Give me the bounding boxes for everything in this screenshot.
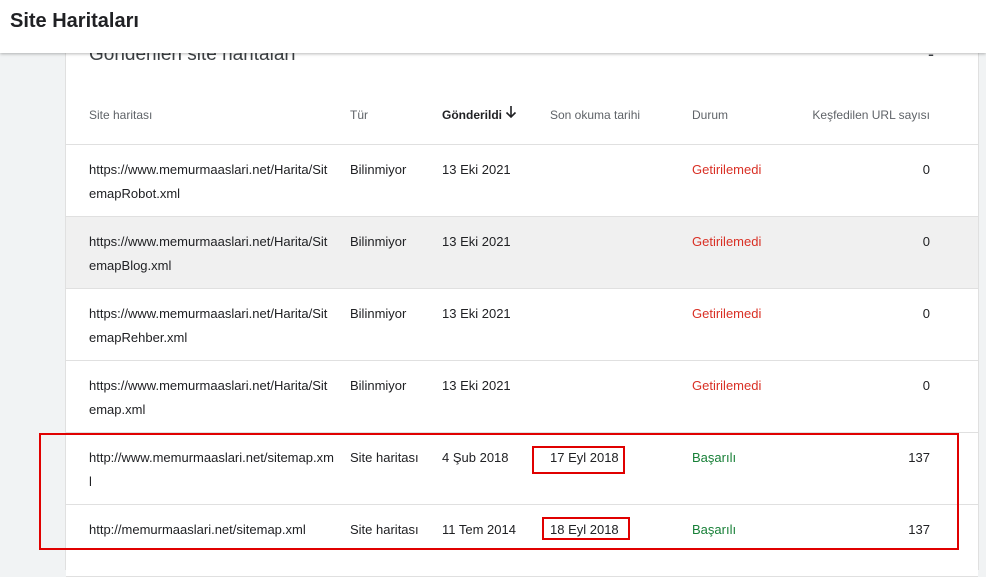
column-header-status[interactable]: Durum xyxy=(692,108,728,122)
status-text: Getirilemedi xyxy=(692,378,762,393)
status-text: Getirilemedi xyxy=(692,306,762,321)
table-row[interactable]: https://www.memurmaaslari.net/Harita/Sit… xyxy=(66,289,978,361)
sort-descending-icon xyxy=(505,106,517,119)
status-text: Getirilemedi xyxy=(692,234,762,249)
top-bar: Site Haritaları xyxy=(0,0,986,53)
table-row[interactable]: https://www.memurmaaslari.net/Harita/Sit… xyxy=(66,217,978,289)
column-header-sitemap[interactable]: Site haritası xyxy=(89,108,152,122)
sitemap-url[interactable]: https://www.memurmaaslari.net/Harita/Sit… xyxy=(89,158,334,206)
sitemap-url[interactable]: https://www.memurmaaslari.net/Harita/Sit… xyxy=(89,230,334,278)
submitted-date: 13 Eki 2021 xyxy=(442,378,511,393)
discovered-url-count: 0 xyxy=(922,162,930,177)
sitemap-type: Bilinmiyor xyxy=(350,162,407,177)
status-text: Getirilemedi xyxy=(692,162,762,177)
sitemap-url[interactable]: https://www.memurmaaslari.net/Harita/Sit… xyxy=(89,302,334,350)
column-header-discovered-urls[interactable]: Keşfedilen URL sayısı xyxy=(812,108,930,122)
sitemap-type: Bilinmiyor xyxy=(350,234,407,249)
highlight-box-rows xyxy=(39,433,959,550)
highlight-box-date-1 xyxy=(532,446,625,474)
column-header-type[interactable]: Tür xyxy=(350,108,368,122)
sitemap-type: Bilinmiyor xyxy=(350,306,407,321)
column-header-submitted-label: Gönderildi xyxy=(442,108,502,122)
discovered-url-count: 0 xyxy=(922,306,930,321)
discovered-url-count: 0 xyxy=(922,378,930,393)
column-header-last-read[interactable]: Son okuma tarihi xyxy=(550,108,640,122)
submitted-date: 13 Eki 2021 xyxy=(442,234,511,249)
column-header-submitted[interactable]: Gönderildi xyxy=(442,106,517,122)
discovered-url-count: 0 xyxy=(922,234,930,249)
table-row[interactable]: https://www.memurmaaslari.net/Harita/Sit… xyxy=(66,145,978,217)
submitted-date: 13 Eki 2021 xyxy=(442,306,511,321)
sitemap-type: Bilinmiyor xyxy=(350,378,407,393)
sitemap-url[interactable]: https://www.memurmaaslari.net/Harita/Sit… xyxy=(89,374,334,422)
highlight-box-date-2 xyxy=(542,517,630,540)
table-row[interactable]: https://www.memurmaaslari.net/Harita/Sit… xyxy=(66,361,978,433)
page-title: Site Haritaları xyxy=(10,10,139,32)
submitted-date: 13 Eki 2021 xyxy=(442,162,511,177)
